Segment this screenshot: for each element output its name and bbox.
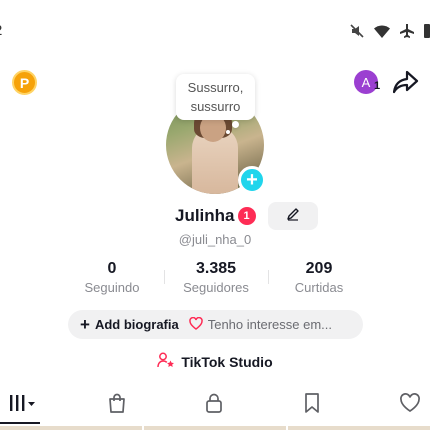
note-line-2: sussurro (190, 99, 241, 114)
stat-followers-value: 3.385 (195, 260, 237, 277)
tab-shop[interactable] (97, 392, 137, 418)
video-thumbnail[interactable] (0, 426, 142, 430)
studio-person-star-icon (157, 352, 181, 371)
stat-divider (164, 270, 165, 284)
tab-liked[interactable] (390, 392, 430, 418)
tab-private[interactable] (194, 392, 234, 418)
profile-action-chips: + Add biografia Tenho interesse em... (68, 310, 363, 339)
note-bubble-tail (232, 121, 239, 128)
video-grid-preview (0, 426, 430, 430)
interest-button[interactable]: Tenho interesse em... (188, 316, 333, 333)
note-line-1: Sussurro, (187, 80, 244, 95)
share-arrow-icon (392, 70, 419, 98)
tab-videos-grid[interactable] (2, 392, 42, 418)
shopping-bag-icon (107, 393, 127, 418)
active-tab-indicator (0, 422, 40, 424)
lock-icon (205, 393, 223, 418)
stat-followers[interactable]: 3.385 Seguidores (171, 260, 261, 295)
stat-likes-value: 209 (305, 260, 333, 277)
stat-likes[interactable]: 209 Curtidas (274, 260, 364, 295)
grid-icon (7, 394, 37, 417)
status-time-fragment: 2 (0, 22, 2, 39)
bookmark-icon (304, 392, 320, 418)
airplane-icon (400, 24, 414, 38)
battery-icon (424, 24, 430, 38)
wifi-icon (374, 25, 390, 38)
plus-icon: + (80, 314, 90, 334)
video-thumbnail[interactable] (288, 426, 430, 430)
add-bio-label: Add biografia (94, 317, 179, 332)
pencil-icon (286, 207, 300, 226)
note-bubble-tail-small (226, 130, 230, 134)
status-icons (350, 24, 430, 38)
stat-divider (268, 270, 269, 284)
stat-following-value: 0 (107, 260, 117, 277)
add-bio-button[interactable]: + Add biografia (80, 315, 179, 335)
stat-followers-label: Seguidores (183, 280, 249, 295)
interest-label: Tenho interesse em... (207, 317, 333, 332)
coin-icon[interactable]: P (12, 70, 37, 95)
profile-name-row: Julinha 1 (175, 206, 256, 226)
stat-following[interactable]: 0 Seguindo (67, 260, 157, 295)
video-thumbnail[interactable] (144, 426, 286, 430)
stat-following-label: Seguindo (84, 280, 140, 295)
edit-profile-button[interactable] (268, 202, 318, 230)
tab-saved[interactable] (292, 392, 332, 418)
tiktok-studio-label: TikTok Studio (181, 353, 273, 370)
share-profile-button[interactable] (392, 70, 419, 99)
note-bubble[interactable]: Sussurro, sussurro (176, 74, 255, 120)
profile-stats: 0 Seguindo 3.385 Seguidores 209 Curtidas (0, 260, 430, 300)
notification-badge: 1 (237, 207, 256, 225)
profile-name: Julinha (175, 206, 235, 225)
profile-content-tabs (0, 388, 430, 426)
account-notification-count: 1 (374, 80, 381, 92)
mute-icon (350, 24, 364, 38)
profile-handle: @juli_nha_0 (178, 232, 252, 247)
heart-outline-icon (188, 316, 208, 333)
heart-icon (399, 392, 421, 418)
status-bar: 2 (0, 0, 430, 62)
tiktok-studio-link[interactable]: TikTok Studio (0, 352, 430, 371)
add-photo-button[interactable]: + (238, 166, 266, 194)
stat-likes-label: Curtidas (294, 280, 344, 295)
